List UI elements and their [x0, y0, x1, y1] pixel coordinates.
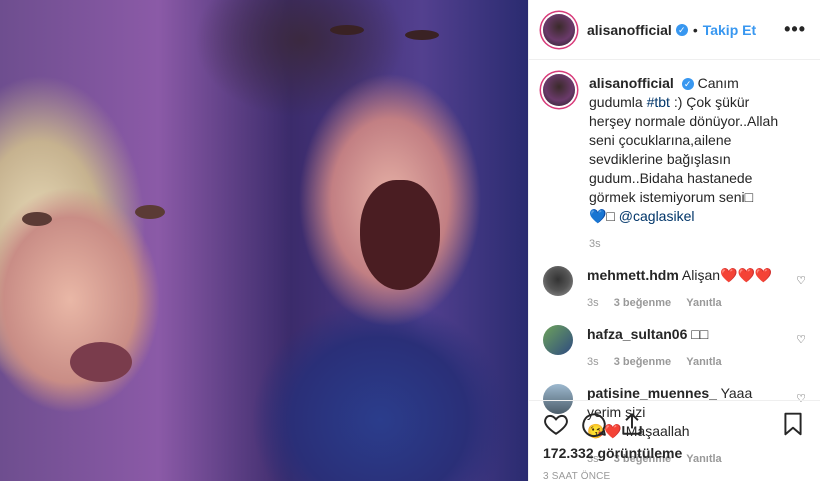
video-frame-detail [135, 205, 165, 219]
video-frame-detail [360, 180, 440, 290]
post-actions: 172.332 görüntüleme 3 SAAT ÖNCE [529, 400, 820, 482]
comment-body: Alişan [681, 267, 721, 283]
caption-text-after: :) Çok şükür herşey normale dönüyor..All… [589, 94, 779, 205]
post-side-panel: alisanofficial ✓ • Takip Et ••• alisanof… [528, 0, 820, 482]
comment-body: □□ [691, 326, 709, 342]
video-frame-detail [70, 342, 132, 382]
action-icons [543, 407, 806, 441]
caption-avatar[interactable] [543, 74, 575, 106]
reply-button[interactable]: Yanıtla [686, 297, 721, 309]
video-frame-detail [330, 25, 364, 35]
post-header: alisanofficial ✓ • Takip Et ••• [529, 0, 820, 60]
video-frame-detail [405, 30, 439, 40]
more-options-icon[interactable]: ••• [784, 19, 806, 40]
verified-icon: ✓ [675, 23, 688, 36]
comment-time[interactable]: 3s [587, 356, 599, 368]
comment-item: mehmett.hdm Alişan❤️❤️❤️ 3s 3 beğenme Ya… [543, 266, 806, 309]
reply-button[interactable]: Yanıtla [686, 356, 721, 368]
comment-text: hafza_sultan06 □□ [587, 325, 784, 344]
comment-meta: 3s 3 beğenme Yanıtla [587, 356, 784, 368]
caption-username[interactable]: alisanofficial [589, 75, 674, 91]
comment-likes[interactable]: 3 beğenme [614, 356, 671, 368]
commenter-avatar[interactable] [543, 325, 573, 355]
separator-dot: • [692, 21, 698, 38]
caption: alisanofficial ✓ Canım gudumla #tbt :) Ç… [543, 74, 806, 250]
view-count[interactable]: 172.332 görüntüleme [543, 445, 806, 461]
caption-text: alisanofficial ✓ Canım gudumla #tbt :) Ç… [589, 74, 784, 226]
comment-emoji: ❤️❤️❤️ [720, 267, 773, 283]
author-avatar[interactable] [543, 13, 575, 46]
comment-likes[interactable]: 3 beğenme [614, 297, 671, 309]
bookmark-icon[interactable] [780, 411, 806, 437]
comment-meta: 3s 3 beğenme Yanıtla [587, 297, 784, 309]
comment-username[interactable]: patisine_muennes_ [587, 385, 717, 401]
post-video[interactable] [0, 0, 528, 481]
commenter-avatar[interactable] [543, 266, 573, 296]
video-frame-detail [22, 212, 52, 226]
caption-meta: 3s [589, 238, 784, 250]
comment-username[interactable]: hafza_sultan06 [587, 326, 687, 342]
post-timestamp[interactable]: 3 SAAT ÖNCE [543, 471, 806, 482]
mention-link[interactable]: @caglasikel [619, 208, 695, 224]
follow-button[interactable]: Takip Et [703, 22, 756, 38]
share-icon[interactable] [619, 411, 645, 437]
comment-text: mehmett.hdm Alişan❤️❤️❤️ [587, 266, 784, 285]
comment-time[interactable]: 3s [587, 297, 599, 309]
author-username[interactable]: alisanofficial [587, 22, 672, 38]
heart-icon[interactable] [543, 411, 569, 437]
verified-icon: ✓ [681, 78, 694, 91]
comment-like-heart-icon[interactable]: ♡ [796, 274, 806, 287]
comment-like-heart-icon[interactable]: ♡ [796, 333, 806, 346]
caption-time[interactable]: 3s [589, 238, 601, 250]
caption-emoji: 💙□ [589, 208, 619, 224]
comment-item: hafza_sultan06 □□ 3s 3 beğenme Yanıtla ♡ [543, 325, 806, 368]
comment-icon[interactable] [581, 411, 607, 437]
comment-username[interactable]: mehmett.hdm [587, 267, 679, 283]
hashtag-link[interactable]: #tbt [647, 94, 670, 110]
